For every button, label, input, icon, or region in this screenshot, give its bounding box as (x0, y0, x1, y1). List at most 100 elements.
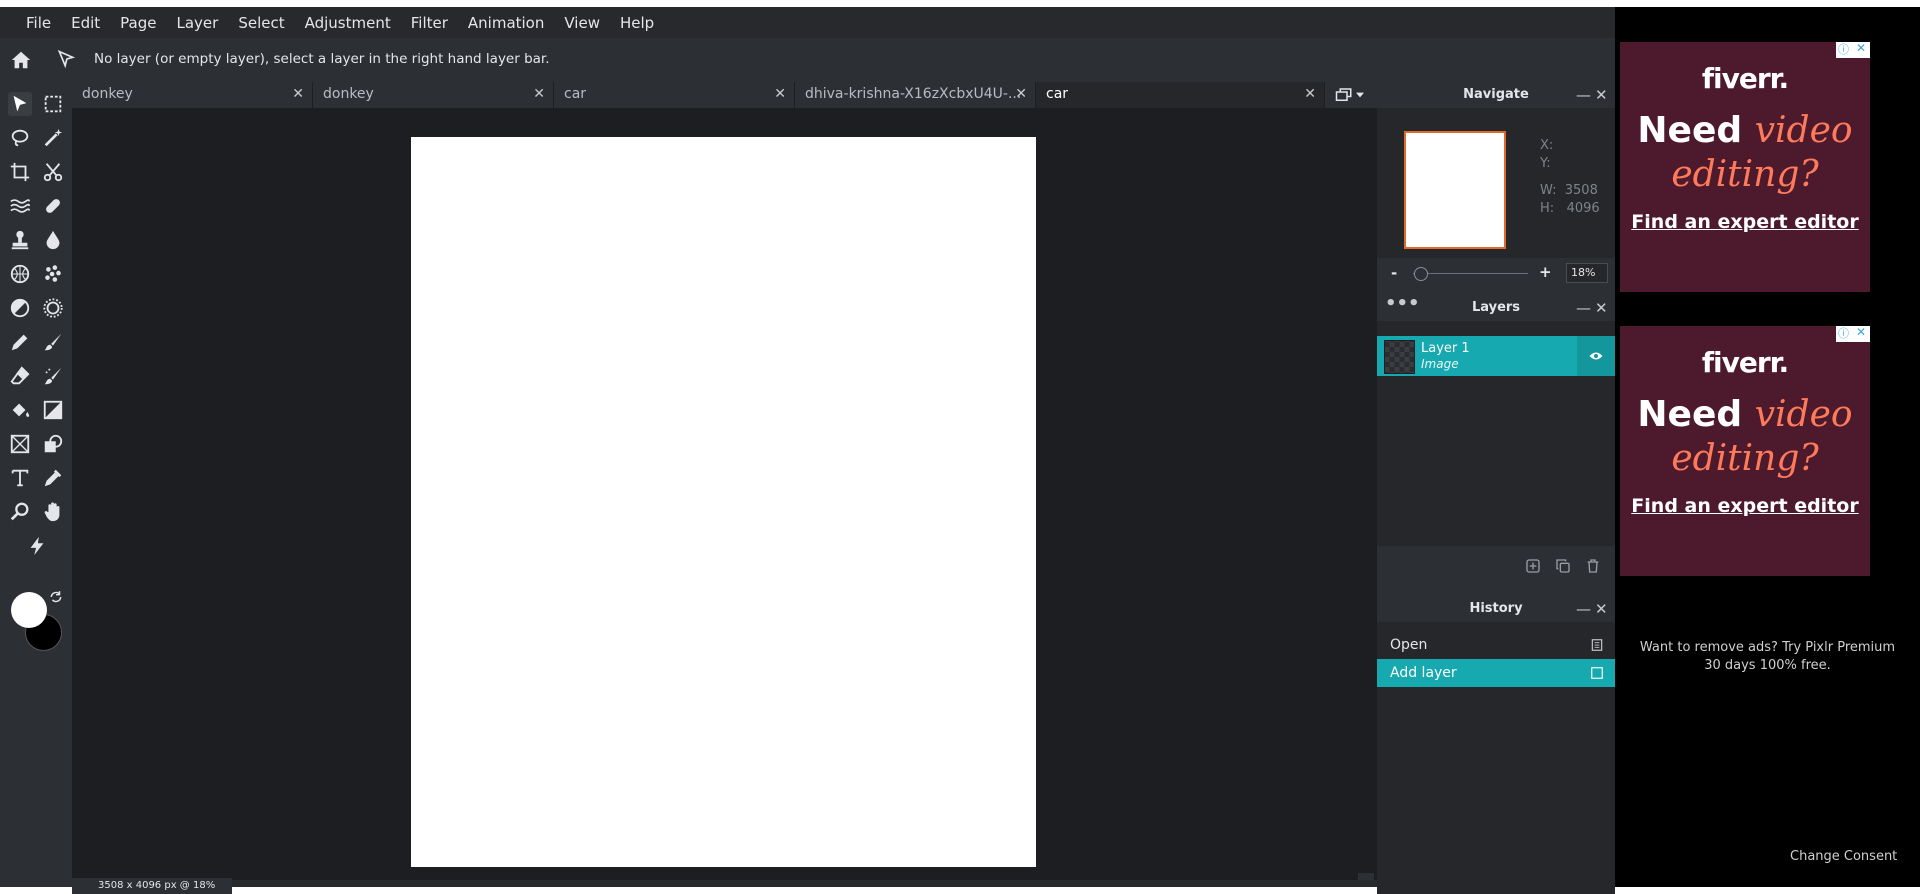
menu-animation[interactable]: Animation (468, 14, 544, 32)
clone-tool[interactable] (8, 228, 32, 252)
navigator-thumbnail[interactable] (1404, 131, 1506, 249)
history-item-open[interactable]: Open (1377, 631, 1615, 659)
pen-tool[interactable] (8, 330, 32, 354)
menu-page[interactable]: Page (120, 14, 156, 32)
color-replace-tool[interactable] (41, 296, 65, 320)
menu-view[interactable]: View (564, 14, 600, 32)
close-icon[interactable]: ✕ (533, 86, 545, 102)
zoom-out-button[interactable]: - (1391, 264, 1397, 282)
windows-icon[interactable] (1335, 87, 1353, 103)
ad-info-icon[interactable]: ⓘ (1838, 325, 1849, 341)
gradient-icon (43, 400, 63, 420)
trash-icon[interactable] (1585, 558, 1601, 574)
sponge-icon (10, 264, 30, 284)
minimize-icon[interactable]: — (1576, 295, 1591, 321)
navigate-x: X: (1540, 138, 1554, 153)
scissors-icon (43, 163, 63, 182)
premium-promo[interactable]: Want to remove ads? Try Pixlr Premium 30… (1635, 639, 1900, 675)
close-icon[interactable]: ✕ (1304, 86, 1316, 102)
liquify-tool[interactable] (8, 194, 32, 218)
minimize-icon[interactable]: — (1576, 596, 1591, 622)
heal-tool[interactable] (41, 194, 65, 218)
menu-edit[interactable]: Edit (71, 14, 100, 32)
marquee-tool[interactable] (41, 92, 65, 116)
visibility-toggle[interactable] (1577, 336, 1615, 376)
cutout-tool[interactable] (41, 160, 65, 184)
document-canvas[interactable] (411, 137, 1036, 867)
menu-file[interactable]: File (26, 14, 51, 32)
close-icon[interactable]: ✕ (1595, 82, 1608, 108)
brush-icon (44, 333, 62, 351)
sun-icon (43, 298, 63, 318)
duplicate-layer-icon[interactable] (1555, 558, 1571, 574)
zoom-slider-handle[interactable] (1414, 267, 1428, 281)
tab-car-active[interactable]: car ✕ (1036, 82, 1325, 108)
hand-tool[interactable] (41, 500, 65, 524)
close-icon[interactable]: ✕ (1856, 325, 1866, 339)
zoom-slider-track[interactable] (1413, 273, 1528, 274)
ad-cta-link[interactable]: Find an expert editor (1620, 495, 1870, 517)
ad-cta-link[interactable]: Find an expert editor (1620, 211, 1870, 233)
crop-tool[interactable] (8, 160, 32, 184)
tab-car-1[interactable]: car ✕ (554, 82, 795, 108)
tab-window-controls (1325, 82, 1377, 108)
zoom-input[interactable]: 18% (1566, 263, 1608, 283)
shape-tool[interactable] (41, 432, 65, 456)
dots-icon (45, 265, 61, 282)
close-icon[interactable]: ✕ (1856, 41, 1866, 55)
ad-banner-1[interactable]: ⓘ ✕ fiverr. Need video editing? Find an … (1620, 41, 1870, 292)
tab-donkey-1[interactable]: donkey ✕ (72, 82, 313, 108)
close-icon[interactable]: ✕ (292, 86, 304, 102)
more-options-icon[interactable]: ••• (1385, 291, 1420, 317)
zoom-tool[interactable] (8, 500, 32, 524)
pixlr-editor-app: File Edit Page Layer Select Adjustment F… (0, 7, 1615, 894)
add-layer-icon[interactable] (1525, 558, 1541, 574)
home-icon[interactable] (10, 49, 32, 71)
lightning-icon (30, 536, 44, 556)
close-icon[interactable]: ✕ (1015, 86, 1027, 102)
close-icon[interactable]: ✕ (1595, 295, 1608, 321)
ad-banner-2[interactable]: ⓘ ✕ fiverr. Need video editing? Find an … (1620, 325, 1870, 576)
sponge-tool[interactable] (8, 262, 32, 286)
close-icon[interactable]: ✕ (774, 86, 786, 102)
image-placeholder-tool[interactable] (8, 432, 32, 456)
zoom-in-button[interactable]: + (1539, 263, 1552, 281)
ad-info-icon[interactable]: ⓘ (1838, 41, 1849, 57)
ad-choices[interactable]: ⓘ ✕ (1836, 325, 1870, 342)
paint-bucket-icon (12, 403, 30, 417)
menu-select[interactable]: Select (238, 14, 284, 32)
menu-help[interactable]: Help (620, 14, 654, 32)
menu-adjustment[interactable]: Adjustment (305, 14, 391, 32)
chevron-down-icon[interactable] (1356, 92, 1364, 98)
gradient-tool[interactable] (41, 398, 65, 422)
history-item-add-layer[interactable]: Add layer (1377, 659, 1615, 687)
fill-tool[interactable] (8, 398, 32, 422)
blur-tool[interactable] (41, 228, 65, 252)
text-tool[interactable] (8, 466, 32, 490)
eye-icon (1589, 352, 1603, 360)
minimize-icon[interactable]: — (1576, 82, 1591, 108)
arrange-tool[interactable] (8, 92, 32, 116)
eraser-tool[interactable] (8, 364, 32, 388)
change-consent-link[interactable]: Change Consent (1790, 849, 1897, 864)
close-icon[interactable]: ✕ (1595, 596, 1608, 622)
crop-icon (10, 162, 30, 182)
color-picker-tool[interactable] (41, 466, 65, 490)
pixelate-tool[interactable] (41, 262, 65, 286)
fiverr-logo: fiverr. (1701, 346, 1789, 379)
dodge-burn-tool[interactable] (8, 296, 32, 320)
lasso-tool[interactable] (8, 126, 32, 150)
menu-layer[interactable]: Layer (177, 14, 219, 32)
tab-donkey-2[interactable]: donkey ✕ (313, 82, 554, 108)
brush-tool[interactable] (41, 330, 65, 354)
ad-headline: Need video (1637, 110, 1853, 151)
menu-filter[interactable]: Filter (411, 14, 448, 32)
swap-colors-icon[interactable] (49, 590, 63, 604)
foreground-color-swatch[interactable] (11, 592, 47, 628)
background-eraser-tool[interactable] (41, 364, 65, 388)
magic-wand-tool[interactable] (41, 126, 65, 150)
layer-row[interactable]: Layer 1 Image (1377, 336, 1615, 376)
tab-dhiva-krishna[interactable]: dhiva-krishna-X16zXcbxU4U-... ✕ (795, 82, 1036, 108)
quick-action-tool[interactable] (25, 534, 49, 558)
ad-choices[interactable]: ⓘ ✕ (1836, 41, 1870, 58)
